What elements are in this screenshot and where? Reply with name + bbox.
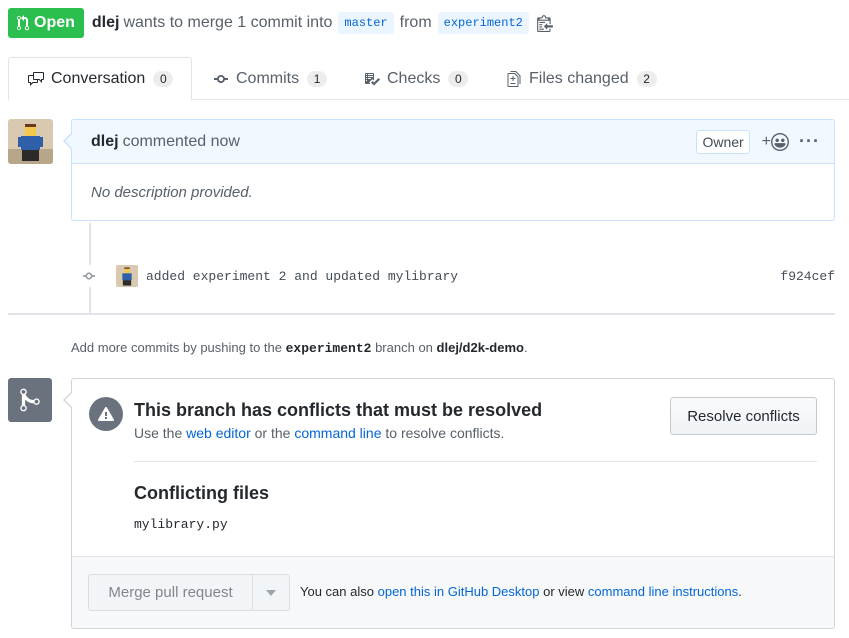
tab-commits[interactable]: Commits 1 [212, 57, 328, 100]
base-branch-label[interactable]: master [338, 12, 394, 34]
clippy-copy-icon[interactable] [536, 14, 553, 32]
web-editor-link[interactable]: web editor [186, 425, 251, 441]
comment-body: No description provided. [91, 184, 253, 201]
tab-label: Files changed [529, 69, 629, 87]
conflicting-file: mylibrary.py [134, 517, 228, 532]
smiley-icon [771, 132, 790, 151]
reaction-plus: + [761, 132, 772, 150]
git-commit-icon [78, 265, 100, 287]
head-branch-label[interactable]: experiment2 [437, 12, 529, 34]
foot-suffix: . [738, 584, 742, 599]
alert-icon [89, 397, 123, 431]
merge-box: This branch has conflicts that must be r… [63, 378, 835, 629]
merge-button-group: Merge pull request [88, 574, 290, 611]
comment-header: dlej commented now Owner + ··· [72, 120, 834, 164]
triangle-down-icon [266, 589, 276, 596]
add-reaction-button[interactable]: + [761, 132, 790, 151]
push-hint-prefix: Add more commits by pushing to the [71, 340, 282, 355]
push-hint: Add more commits by pushing to the exper… [71, 340, 528, 356]
command-line-instructions-link[interactable]: command line instructions [588, 584, 738, 599]
foot-or: or view [543, 584, 585, 599]
push-hint-branch: experiment2 [285, 341, 372, 356]
push-hint-middle: branch on [375, 340, 433, 355]
pr-action-text: wants to merge 1 commit into [123, 14, 333, 31]
file-diff-icon [507, 70, 521, 87]
state-label: Open [34, 14, 75, 31]
pr-author-link[interactable]: dlej [92, 14, 120, 32]
commit-author-avatar[interactable] [116, 265, 138, 287]
comment-discussion-icon [28, 72, 44, 86]
conflict-sub-prefix: Use the [134, 425, 183, 441]
tab-counter: 1 [307, 70, 328, 87]
push-hint-suffix: . [523, 340, 528, 355]
foot-prefix: You can also [300, 584, 374, 599]
tab-files-changed[interactable]: Files changed 2 [505, 57, 657, 100]
conflicting-files-title: Conflicting files [134, 483, 269, 503]
pr-description-comment: dlej commented now Owner + ··· No descri… [63, 119, 835, 221]
merge-foot-text: You can also open this in GitHub Desktop… [300, 584, 742, 599]
timeline-commit-row: added experiment 2 and updated mylibrary… [78, 264, 835, 288]
tab-label: Conversation [51, 70, 146, 87]
pr-header: Open dlej wants to merge 1 commit into m… [8, 8, 553, 38]
git-pull-request-icon [17, 15, 30, 31]
checklist-icon [365, 72, 380, 85]
author-avatar[interactable] [8, 119, 53, 164]
tab-conversation[interactable]: Conversation 0 [8, 57, 193, 101]
merge-pull-request-button[interactable]: Merge pull request [88, 574, 253, 611]
conflict-subtitle: Use the web editor or the command line t… [134, 425, 504, 441]
conflict-sub-or: or the [254, 425, 291, 441]
tab-counter: 2 [636, 70, 657, 87]
tab-label: Commits [236, 69, 300, 87]
open-in-desktop-link[interactable]: open this in GitHub Desktop [378, 584, 540, 599]
tab-counter: 0 [153, 71, 174, 87]
pr-tabs: Conversation 0 Commits 1 Checks 0 Files … [8, 57, 849, 101]
state-open-badge: Open [8, 8, 84, 38]
resolve-conflicts-button[interactable]: Resolve conflicts [670, 397, 817, 435]
tab-counter: 0 [448, 70, 469, 87]
from-text: from [399, 14, 432, 31]
comment-timestamp[interactable]: commented now [123, 133, 240, 151]
commit-sha-link[interactable]: f924cef [780, 269, 835, 284]
merge-divider [134, 461, 817, 462]
tab-label: Checks [387, 69, 441, 87]
comment-author-link[interactable]: dlej [91, 133, 119, 151]
conflict-sub-suffix: to resolve conflicts. [385, 425, 505, 441]
command-line-link[interactable]: command line [294, 425, 381, 441]
owner-badge: Owner [696, 129, 750, 154]
git-commit-icon [214, 74, 228, 83]
tab-checks[interactable]: Checks 0 [363, 57, 469, 100]
conflict-title: This branch has conflicts that must be r… [134, 400, 543, 420]
kebab-horizontal-icon[interactable]: ··· [799, 131, 820, 152]
timeline-divider [8, 313, 835, 315]
commit-message-link[interactable]: added experiment 2 and updated mylibrary [146, 269, 458, 284]
push-hint-repo: dlej/d2k-demo [436, 340, 524, 355]
merge-method-dropdown[interactable] [253, 574, 290, 611]
merge-footer: Merge pull request You can also open thi… [72, 556, 834, 628]
git-merge-icon [8, 378, 52, 422]
